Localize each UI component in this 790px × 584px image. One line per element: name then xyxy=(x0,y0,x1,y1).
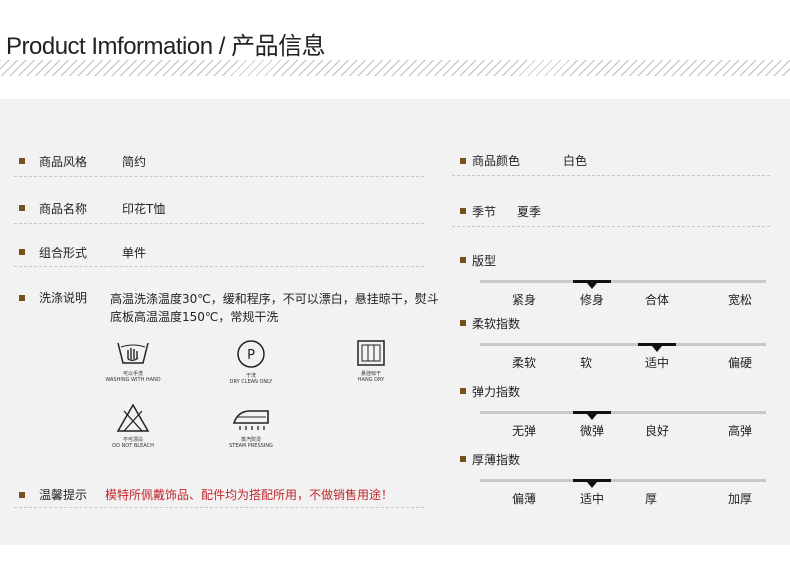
scale-track xyxy=(480,343,766,346)
bullet-icon xyxy=(460,320,466,326)
scale-option: 适中 xyxy=(645,356,670,370)
hang-dry-en: HANG DRY xyxy=(357,377,385,383)
combo-label: 组合形式 xyxy=(39,246,88,260)
care-description: 高温洗涤温度30℃，缓和程序，不可以漂白，悬挂晾干，熨斗底板高温温度150℃，常… xyxy=(110,292,439,324)
bullet-icon xyxy=(460,257,466,263)
combo-value: 单件 xyxy=(122,246,147,260)
scale-arrow-icon xyxy=(652,346,662,352)
scale-label-2: 弹力指数 xyxy=(472,385,521,399)
scale-track xyxy=(480,280,766,283)
no-bleach-en: DO NOT BLEACH xyxy=(112,443,154,449)
scale-option: 软 xyxy=(580,356,593,370)
scale-label-0: 版型 xyxy=(472,254,497,268)
bullet-icon xyxy=(19,295,25,301)
scale-arrow-icon xyxy=(587,482,597,488)
svg-text:P: P xyxy=(247,348,255,363)
scale-option: 加厚 xyxy=(728,492,753,506)
hand-wash-icon: 可以手洗 WASHING WITH HAND xyxy=(98,339,168,383)
scale-option: 宽松 xyxy=(728,293,753,307)
hang-dry-icon: 悬挂晾干 HANG DRY xyxy=(336,339,406,383)
scale-option: 修身 xyxy=(580,293,605,307)
color-value: 白色 xyxy=(563,154,588,168)
season-value: 夏季 xyxy=(517,205,542,219)
bullet-icon xyxy=(460,158,466,164)
scale-arrow-icon xyxy=(587,283,597,289)
scale-track xyxy=(480,479,766,482)
no-bleach-icon: 不可漂白 DO NOT BLEACH xyxy=(98,403,168,449)
bullet-icon xyxy=(460,388,466,394)
row-divider xyxy=(452,226,770,227)
bullet-icon xyxy=(19,249,25,255)
steam-iron-en: STEAM PRESSING xyxy=(229,443,273,449)
scale-option: 合体 xyxy=(645,293,670,307)
style-label: 商品风格 xyxy=(39,155,88,169)
scale-option: 紧身 xyxy=(512,293,537,307)
name-label: 商品名称 xyxy=(39,202,88,216)
dry-clean-en: DRY CLEAN ONLY xyxy=(229,379,273,385)
season-label: 季节 xyxy=(472,205,497,219)
bullet-icon xyxy=(19,158,25,164)
scale-option: 微弹 xyxy=(580,424,605,438)
scale-label-3: 厚薄指数 xyxy=(472,453,521,467)
bullet-icon xyxy=(19,205,25,211)
care-label: 洗涤说明 xyxy=(39,291,88,305)
style-value: 简约 xyxy=(122,155,147,169)
scale-option: 偏薄 xyxy=(512,492,537,506)
row-divider xyxy=(14,223,424,224)
scale-option: 厚 xyxy=(645,492,658,506)
scale-label-1: 柔软指数 xyxy=(472,317,521,331)
bullet-icon xyxy=(460,208,466,214)
info-panel: 商品风格 简约 商品名称 印花T恤 组合形式 单件 洗涤说明 高温洗涤温度30℃… xyxy=(0,99,790,545)
bullet-icon xyxy=(460,456,466,462)
name-value: 印花T恤 xyxy=(122,202,166,216)
scale-option: 适中 xyxy=(580,492,605,506)
row-divider xyxy=(452,175,770,176)
color-label: 商品颜色 xyxy=(472,154,521,168)
scale-option: 良好 xyxy=(645,424,670,438)
row-divider xyxy=(14,176,424,177)
steam-iron-icon: 蒸汽熨烫 STEAM PRESSING xyxy=(216,403,286,449)
scale-option: 柔软 xyxy=(512,356,537,370)
scale-track xyxy=(480,411,766,414)
scale-option: 偏硬 xyxy=(728,356,753,370)
tip-text: 模特所佩戴饰品、配件均为搭配所用，不做销售用途！ xyxy=(105,488,394,502)
header-divider xyxy=(0,60,790,76)
scale-option: 无弹 xyxy=(512,424,537,438)
scale-option: 高弹 xyxy=(728,424,753,438)
row-divider xyxy=(14,507,424,508)
dry-clean-icon: P 干洗 DRY CLEAN ONLY xyxy=(216,339,286,385)
page-title: Product Imformation / 产品信息 xyxy=(6,33,326,60)
bullet-icon xyxy=(19,492,25,498)
hand-wash-en: WASHING WITH HAND xyxy=(105,377,161,383)
row-divider xyxy=(14,266,424,267)
scale-arrow-icon xyxy=(587,414,597,420)
tip-label: 温馨提示 xyxy=(39,488,88,502)
